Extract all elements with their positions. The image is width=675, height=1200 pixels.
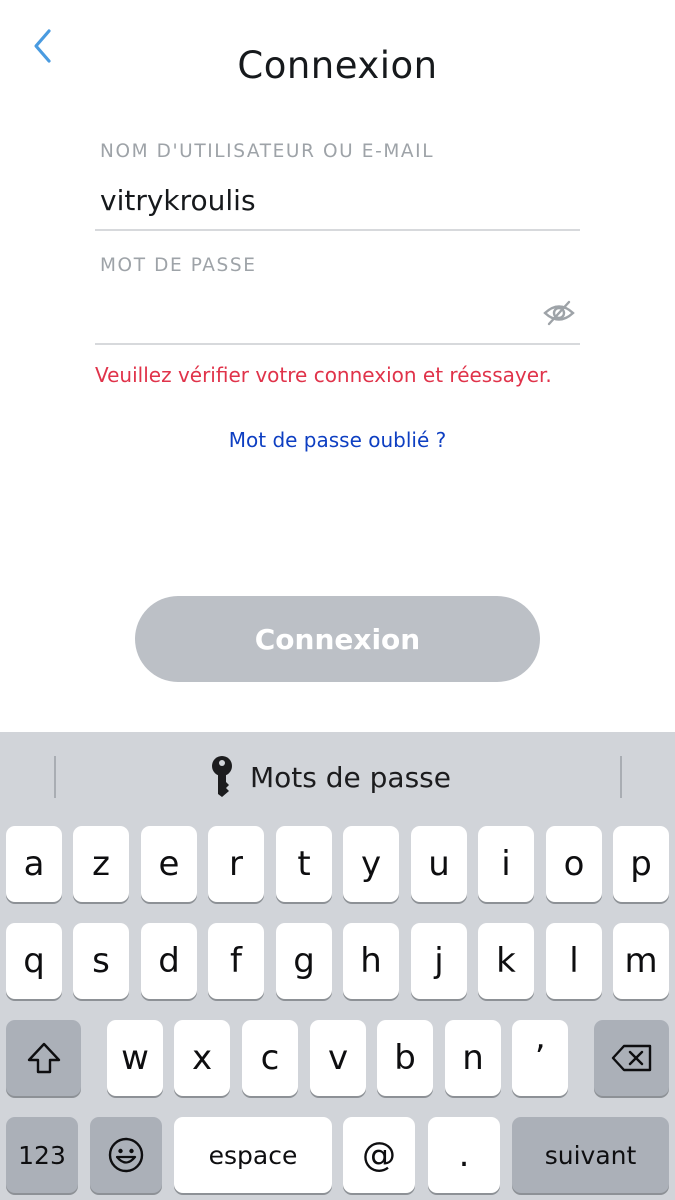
key-z[interactable]: z — [73, 826, 129, 902]
key-m[interactable]: m — [613, 923, 669, 999]
key-p[interactable]: p — [613, 826, 669, 902]
key-icon — [212, 756, 232, 797]
key-w[interactable]: w — [107, 1020, 163, 1096]
suggestion-divider — [620, 756, 622, 798]
suggestion-bar: Mots de passe — [0, 732, 675, 822]
key-f[interactable]: f — [208, 923, 264, 999]
username-label: NOM D'UTILISATEUR OU E-MAIL — [100, 141, 435, 162]
key-a[interactable]: a — [6, 826, 62, 902]
username-input[interactable] — [95, 172, 580, 231]
passwords-suggestion[interactable]: Mots de passe — [210, 754, 451, 800]
suggestion-divider — [54, 756, 56, 798]
key-d[interactable]: d — [141, 923, 197, 999]
key-y[interactable]: y — [343, 826, 399, 902]
keyboard: Mots de passe a z e r t y u i o p q s d … — [0, 732, 675, 1200]
period-key[interactable]: . — [428, 1117, 500, 1193]
shift-icon — [27, 1042, 60, 1074]
key-l[interactable]: l — [546, 923, 602, 999]
password-visibility-toggle[interactable] — [541, 296, 577, 330]
key-q[interactable]: q — [6, 923, 62, 999]
key-e[interactable]: e — [141, 826, 197, 902]
next-key[interactable]: suivant — [512, 1117, 669, 1193]
numbers-key[interactable]: 123 — [6, 1117, 78, 1193]
key-o[interactable]: o — [546, 826, 602, 902]
password-label: MOT DE PASSE — [100, 255, 257, 276]
key-i[interactable]: i — [478, 826, 534, 902]
key-x[interactable]: x — [174, 1020, 230, 1096]
key-t[interactable]: t — [276, 826, 332, 902]
key-v[interactable]: v — [310, 1020, 366, 1096]
passwords-suggestion-label: Mots de passe — [250, 760, 451, 794]
eye-slash-icon — [543, 300, 575, 326]
key-s[interactable]: s — [73, 923, 129, 999]
key-n[interactable]: n — [445, 1020, 501, 1096]
password-input[interactable] — [95, 286, 580, 345]
emoji-icon — [108, 1137, 144, 1173]
login-screen: Connexion NOM D'UTILISATEUR OU E-MAIL MO… — [0, 0, 675, 1200]
at-key[interactable]: @ — [343, 1117, 415, 1193]
shift-key[interactable] — [6, 1020, 81, 1096]
key-c[interactable]: c — [242, 1020, 298, 1096]
forgot-password-link[interactable]: Mot de passe oublié ? — [0, 428, 675, 452]
page-title: Connexion — [237, 44, 438, 87]
key-h[interactable]: h — [343, 923, 399, 999]
key-r[interactable]: r — [208, 826, 264, 902]
key-b[interactable]: b — [377, 1020, 433, 1096]
key-g[interactable]: g — [276, 923, 332, 999]
error-message: Veuillez vérifier votre connexion et rée… — [95, 363, 552, 387]
login-button[interactable]: Connexion — [135, 596, 540, 682]
key-apostrophe[interactable]: ’ — [512, 1020, 568, 1096]
backspace-icon — [611, 1044, 651, 1072]
key-k[interactable]: k — [478, 923, 534, 999]
emoji-key[interactable] — [90, 1117, 162, 1193]
key-j[interactable]: j — [411, 923, 467, 999]
delete-key[interactable] — [594, 1020, 669, 1096]
space-key[interactable]: espace — [174, 1117, 332, 1193]
key-u[interactable]: u — [411, 826, 467, 902]
